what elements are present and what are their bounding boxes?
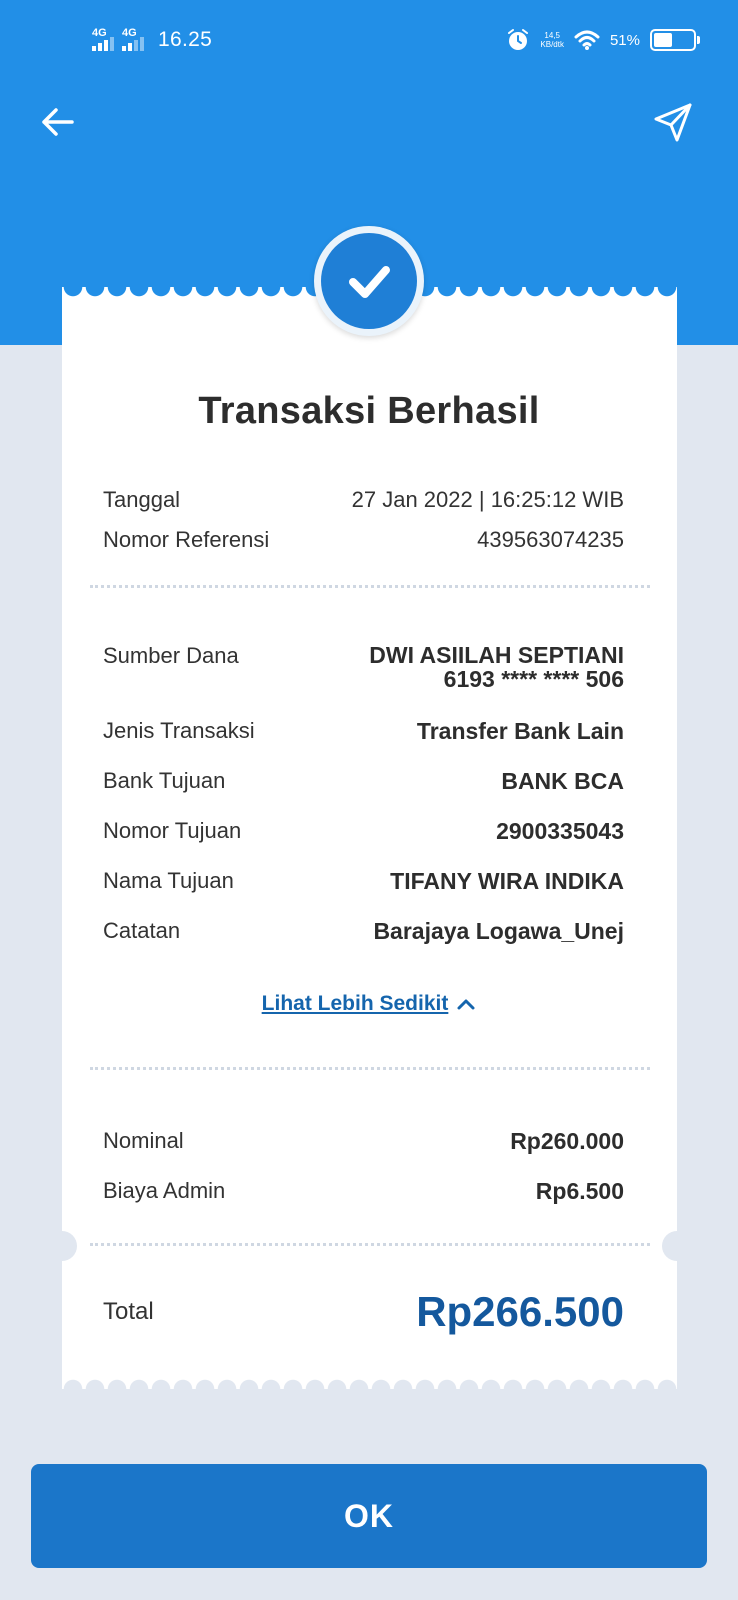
signal-bars-icon xyxy=(92,37,114,51)
nominal-label: Nominal xyxy=(103,1128,184,1153)
detail-value: BANK BCA xyxy=(501,768,624,794)
admin-fee-row: Biaya Admin Rp6.500 xyxy=(103,1178,624,1205)
card-notch-left xyxy=(47,1231,77,1261)
detail-value: Transfer Bank Lain xyxy=(416,718,624,744)
source-name: DWI ASIILAH SEPTIANI xyxy=(369,642,624,668)
ok-button[interactable]: OK xyxy=(31,1464,707,1568)
detail-label: Catatan xyxy=(103,918,181,943)
signal-label-2: 4G xyxy=(122,27,137,39)
date-value: 27 Jan 2022 | 16:25:12 WIB xyxy=(351,487,624,512)
reference-label: Nomor Referensi xyxy=(103,527,270,552)
send-icon xyxy=(654,103,692,142)
signal-label-1: 4G xyxy=(92,27,107,39)
reference-row: Nomor Referensi 439563074235 xyxy=(103,527,624,553)
card-scallop-bottom xyxy=(62,1375,677,1389)
admin-fee-label: Biaya Admin xyxy=(103,1178,226,1203)
status-bar: 4G 4G 16.25 14,5 KB/dtk 51% xyxy=(0,0,738,84)
date-label: Tanggal xyxy=(103,487,181,512)
speed-unit: KB/dtk xyxy=(540,40,564,49)
nominal-value: Rp260.000 xyxy=(510,1128,624,1154)
divider xyxy=(90,585,650,588)
signal-bars-icon xyxy=(122,37,144,51)
total-row: Total Rp266.500 xyxy=(103,1288,624,1336)
divider xyxy=(90,1243,650,1246)
checkmark-icon xyxy=(349,266,390,298)
date-row: Tanggal 27 Jan 2022 | 16:25:12 WIB xyxy=(103,487,624,513)
detail-row-bank: Bank Tujuan BANK BCA xyxy=(103,768,624,795)
divider xyxy=(90,1067,650,1070)
show-less-link[interactable]: Lihat Lebih Sedikit xyxy=(0,992,738,1016)
battery-percent: 51% xyxy=(609,31,640,49)
detail-value: DWI ASIILAH SEPTIANI 6193 **** **** 506 xyxy=(369,643,624,691)
total-label: Total xyxy=(103,1298,154,1325)
success-badge xyxy=(314,226,424,336)
network-speed: 14,5 KB/dtk xyxy=(540,31,564,49)
detail-value: TIFANY WIRA INDIKA xyxy=(390,868,624,894)
detail-label: Sumber Dana xyxy=(103,643,239,668)
arrow-left-icon xyxy=(42,108,74,136)
nominal-row: Nominal Rp260.000 xyxy=(103,1128,624,1155)
speed-value: 14,5 xyxy=(544,31,560,40)
status-right: 14,5 KB/dtk 51% xyxy=(506,28,700,52)
detail-row-type: Jenis Transaksi Transfer Bank Lain xyxy=(103,718,624,745)
share-button[interactable] xyxy=(652,100,696,144)
chevron-up-icon xyxy=(457,999,475,1010)
battery-icon xyxy=(650,29,700,51)
detail-label: Nama Tujuan xyxy=(103,868,234,893)
detail-row-source: Sumber Dana DWI ASIILAH SEPTIANI 6193 **… xyxy=(103,643,624,691)
total-value: Rp266.500 xyxy=(416,1288,624,1335)
detail-row-note: Catatan Barajaya Logawa_Unej xyxy=(103,918,624,945)
detail-label: Jenis Transaksi xyxy=(103,718,255,743)
source-account: 6193 **** **** 506 xyxy=(443,666,624,692)
detail-value: 2900335043 xyxy=(496,818,624,844)
detail-row-recipient: Nama Tujuan TIFANY WIRA INDIKA xyxy=(103,868,624,895)
success-badge-inner xyxy=(321,233,417,329)
detail-value: Barajaya Logawa_Unej xyxy=(373,918,624,944)
show-less-label: Lihat Lebih Sedikit xyxy=(261,992,449,1015)
reference-value: 439563074235 xyxy=(477,527,624,552)
detail-row-account: Nomor Tujuan 2900335043 xyxy=(103,818,624,845)
page-title: Transaksi Berhasil xyxy=(198,390,540,432)
detail-label: Bank Tujuan xyxy=(103,768,226,793)
wifi-icon xyxy=(574,30,600,50)
signal-indicator-2: 4G xyxy=(122,27,144,51)
status-left: 4G 4G 16.25 xyxy=(92,27,213,52)
card-notch-right xyxy=(662,1231,692,1261)
admin-fee-value: Rp6.500 xyxy=(535,1178,624,1204)
alarm-icon xyxy=(508,29,529,50)
detail-label: Nomor Tujuan xyxy=(103,818,242,843)
back-button[interactable] xyxy=(36,100,80,144)
signal-indicator-1: 4G xyxy=(92,27,114,51)
status-time: 16.25 xyxy=(158,28,213,51)
